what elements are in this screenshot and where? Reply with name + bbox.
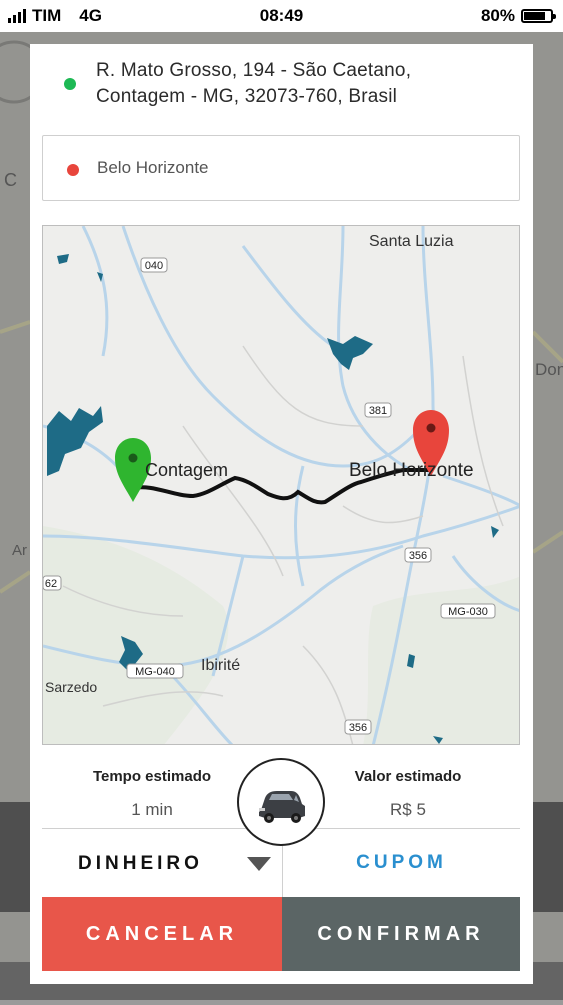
- destination-field[interactable]: Belo Horizonte: [42, 135, 520, 201]
- place-label: Ibirité: [201, 657, 240, 674]
- status-right: 80%: [480, 6, 556, 26]
- time-estimate-value: 1 min: [131, 800, 173, 819]
- place-label: Contagem: [145, 460, 228, 480]
- origin-text: R. Mato Grosso, 194 - São Caetano, Conta…: [96, 58, 516, 110]
- car-icon: [259, 791, 305, 823]
- origin-line-1: R. Mato Grosso, 194 - São Caetano,: [96, 60, 412, 81]
- place-label: Sarzedo: [45, 679, 97, 695]
- chevron-down-icon: [247, 857, 271, 871]
- place-label: Belo Horizonte: [349, 460, 474, 481]
- place-label: Santa Luzia: [369, 233, 454, 250]
- status-time: 08:49: [259, 6, 304, 25]
- road-shield: 381: [369, 405, 387, 417]
- time-estimate-label: Tempo estimado: [92, 768, 212, 785]
- cancel-button[interactable]: CANCELAR: [42, 897, 282, 971]
- background-label: Don: [535, 360, 563, 379]
- road-shield: 62: [45, 578, 57, 590]
- road-shield: 040: [145, 260, 163, 272]
- road-shield: MG-030: [448, 606, 488, 618]
- road-shield: 356: [409, 550, 427, 562]
- battery-icon: [521, 9, 556, 23]
- origin-dot-icon: [64, 78, 76, 90]
- road-shield: MG-040: [135, 666, 175, 678]
- route-map-drawing: 040 381 356 356 62 MG-030 MG-040 Santa L…: [43, 226, 519, 744]
- action-buttons: CANCELAR CONFIRMAR: [42, 897, 520, 971]
- battery-percent: 80%: [480, 6, 515, 25]
- payment-method-label: DINHEIRO: [78, 853, 203, 874]
- price-estimate-label: Valor estimado: [354, 768, 462, 785]
- ride-request-modal: R. Mato Grosso, 194 - São Caetano, Conta…: [30, 44, 533, 984]
- road-shield: 356: [349, 722, 367, 734]
- route-map[interactable]: 040 381 356 356 62 MG-030 MG-040 Santa L…: [42, 225, 520, 745]
- price-estimate-value: R$ 5: [390, 800, 426, 819]
- background-label: C: [4, 170, 17, 190]
- origin-line-2: Contagem - MG, 32073-760, Brasil: [96, 86, 398, 107]
- vehicle-badge: [237, 758, 325, 846]
- confirm-button[interactable]: CONFIRMAR: [282, 897, 520, 971]
- destination-text: Belo Horizonte: [97, 158, 209, 177]
- status-bar: TIM 4G 08:49 80%: [0, 0, 563, 32]
- background-label: Ar: [12, 542, 27, 559]
- destination-dot-icon: [67, 164, 79, 176]
